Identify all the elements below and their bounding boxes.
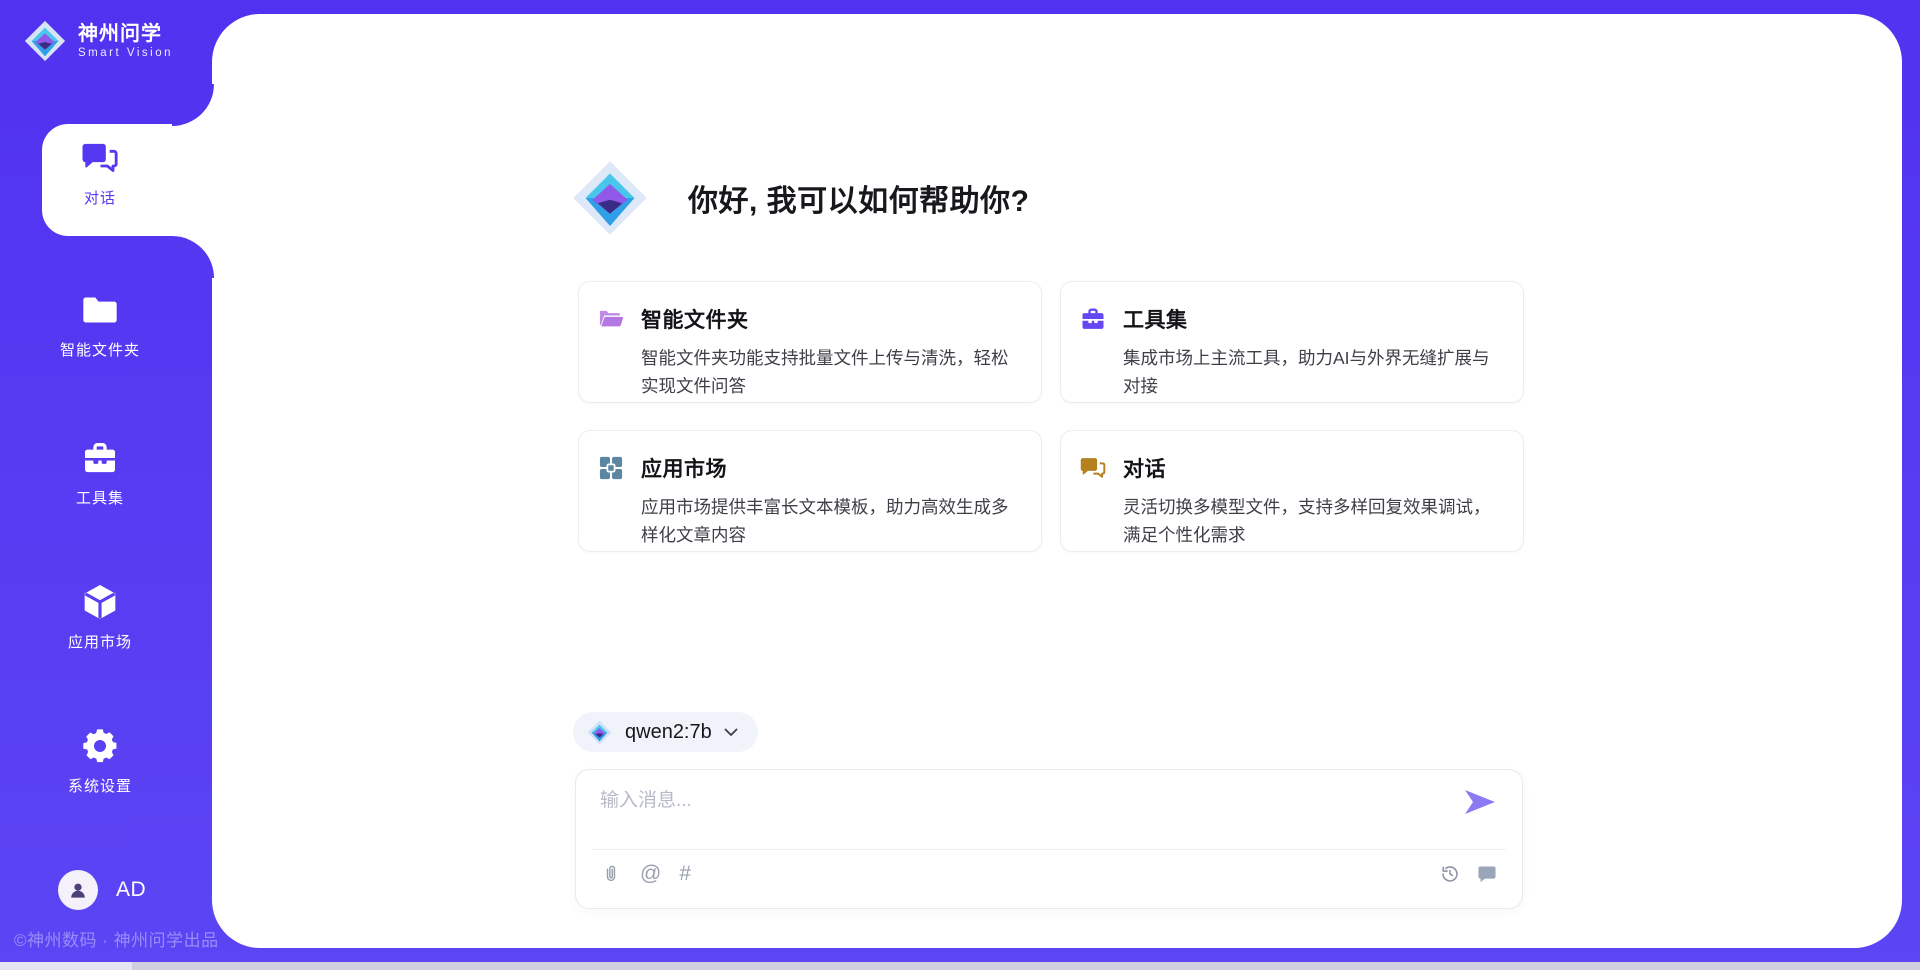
history-icon[interactable] xyxy=(1439,863,1461,885)
sidebar-item-settings[interactable]: 系统设置 xyxy=(0,726,200,796)
attachment-icon[interactable] xyxy=(600,863,622,885)
message-composer: @ # xyxy=(575,769,1523,909)
sidebar-item-label: 应用市场 xyxy=(68,631,132,652)
browser-edge-strip-left xyxy=(0,962,132,970)
composer-right-tools xyxy=(1439,863,1498,885)
diamond-logo-icon xyxy=(586,719,613,746)
toolbox-icon xyxy=(80,438,120,478)
conversation-icon[interactable] xyxy=(1476,863,1498,885)
app-window: 神州问学 Smart Vision 对话 智能文件夹 工具集 应用市场 xyxy=(0,0,1920,970)
sidebar-item-label: 对话 xyxy=(84,187,116,208)
sidebar-item-smart-folder[interactable]: 智能文件夹 xyxy=(0,290,200,360)
chevron-down-icon xyxy=(724,728,738,737)
sidebar-item-app-market[interactable]: 应用市场 xyxy=(0,582,200,652)
grid-icon xyxy=(597,454,625,482)
cube-icon xyxy=(80,582,120,622)
folder-open-icon xyxy=(597,305,625,333)
card-toolset[interactable]: 工具集 集成市场上主流工具，助力AI与外界无缝扩展与对接 xyxy=(1060,281,1524,403)
sidebar-item-toolset[interactable]: 工具集 xyxy=(0,438,200,508)
sidebar-item-label: 工具集 xyxy=(76,487,124,508)
hashtag-icon[interactable]: # xyxy=(679,863,691,885)
browser-edge-strip xyxy=(0,962,1920,970)
greeting-text: 你好, 我可以如何帮助你? xyxy=(688,176,1030,220)
chat-icon xyxy=(1079,454,1107,482)
mention-icon[interactable]: @ xyxy=(640,863,661,885)
card-description: 智能文件夹功能支持批量文件上传与清洗，轻松实现文件问答 xyxy=(641,344,1019,400)
sidebar-item-chat[interactable]: 对话 xyxy=(0,138,200,208)
card-title: 对话 xyxy=(1123,453,1501,483)
person-icon xyxy=(66,878,90,902)
send-icon[interactable] xyxy=(1462,787,1498,817)
sidebar-item-label: 智能文件夹 xyxy=(60,339,140,360)
app-logo: 神州问学 Smart Vision xyxy=(22,18,173,64)
card-title: 应用市场 xyxy=(641,453,1019,483)
greeting: 你好, 我可以如何帮助你? xyxy=(568,156,1030,240)
card-description: 集成市场上主流工具，助力AI与外界无缝扩展与对接 xyxy=(1123,344,1501,400)
copyright-text: ©神州数码 · 神州问学出品 xyxy=(14,926,219,951)
avatar[interactable] xyxy=(58,870,98,910)
card-description: 应用市场提供丰富长文本模板，助力高效生成多样化文章内容 xyxy=(641,493,1019,549)
card-title: 工具集 xyxy=(1123,304,1501,334)
diamond-logo-icon xyxy=(568,156,652,240)
app-subtitle: Smart Vision xyxy=(78,46,173,60)
card-chat[interactable]: 对话 灵活切换多模型文件，支持多样回复效果调试，满足个性化需求 xyxy=(1060,430,1524,552)
card-smart-folder[interactable]: 智能文件夹 智能文件夹功能支持批量文件上传与清洗，轻松实现文件问答 xyxy=(578,281,1042,403)
composer-left-tools: @ # xyxy=(600,863,691,885)
folder-icon xyxy=(80,290,120,330)
app-title: 神州问学 xyxy=(78,22,173,46)
chat-icon xyxy=(80,138,120,178)
user-initials: AD xyxy=(116,878,146,902)
toolbox-icon xyxy=(1079,305,1107,333)
sidebar-item-label: 系统设置 xyxy=(68,775,132,796)
composer-divider xyxy=(592,849,1506,850)
model-selector[interactable]: qwen2:7b xyxy=(573,712,758,752)
user-profile[interactable]: AD xyxy=(58,870,146,910)
card-description: 灵活切换多模型文件，支持多样回复效果调试，满足个性化需求 xyxy=(1123,493,1501,549)
diamond-logo-icon xyxy=(22,18,68,64)
message-input[interactable] xyxy=(600,790,1440,812)
gear-icon xyxy=(80,726,120,766)
card-title: 智能文件夹 xyxy=(641,304,1019,334)
model-name: qwen2:7b xyxy=(625,721,712,744)
feature-cards: 智能文件夹 智能文件夹功能支持批量文件上传与清洗，轻松实现文件问答 工具集 集成… xyxy=(578,281,1524,552)
card-app-market[interactable]: 应用市场 应用市场提供丰富长文本模板，助力高效生成多样化文章内容 xyxy=(578,430,1042,552)
